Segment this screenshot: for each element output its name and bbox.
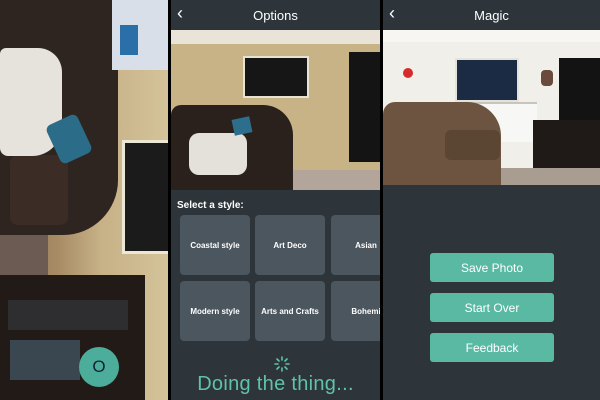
original-room-photo — [171, 30, 380, 190]
style-tile-bohemian[interactable]: Bohemi — [331, 281, 380, 341]
restyled-room-photo — [383, 30, 600, 185]
photo-ceiling — [171, 30, 380, 44]
select-style-label: Select a style: — [177, 200, 244, 211]
photo-red-decor — [403, 68, 413, 78]
photo-window — [455, 58, 519, 102]
style-tile-coastal[interactable]: Coastal style — [180, 215, 250, 275]
photo-media-unit — [533, 120, 600, 175]
photo-tv — [559, 58, 600, 122]
save-photo-button[interactable]: Save Photo — [430, 253, 554, 282]
photo-window — [243, 56, 309, 98]
photo-ottoman — [445, 130, 500, 160]
style-tile-asian[interactable]: Asian — [331, 215, 380, 275]
preview-sofa-arm — [10, 155, 68, 225]
photo-tv — [349, 52, 380, 162]
magic-header: ‹ Magic — [383, 0, 600, 30]
shutter-button[interactable]: O — [79, 347, 119, 387]
camera-screen: O — [0, 0, 168, 400]
style-tile-arts-and-crafts[interactable]: Arts and Crafts — [255, 281, 325, 341]
style-tile-modern[interactable]: Modern style — [180, 281, 250, 341]
options-title: Options — [253, 8, 298, 23]
preview-wall-decor-item — [120, 25, 138, 55]
style-tile-art-deco[interactable]: Art Deco — [255, 215, 325, 275]
preview-shelf-items — [10, 340, 80, 380]
loading-text: Doing the thing... — [197, 373, 354, 395]
preview-shelf-books — [8, 300, 128, 330]
photo-blanket — [189, 133, 247, 175]
options-header: ‹ Options — [171, 0, 380, 30]
magic-screen: ‹ Magic Save Photo Start Over Feedback — [383, 0, 600, 400]
preview-window — [122, 140, 168, 254]
options-screen: ‹ Options Select a style: Coastal style … — [171, 0, 380, 400]
start-over-button[interactable]: Start Over — [430, 293, 554, 322]
photo-ceiling — [383, 30, 600, 42]
preview-shelf — [0, 275, 145, 400]
magic-title: Magic — [474, 8, 509, 23]
photo-plant — [541, 70, 553, 86]
loading-spinner-icon — [274, 356, 290, 372]
feedback-button[interactable]: Feedback — [430, 333, 554, 362]
